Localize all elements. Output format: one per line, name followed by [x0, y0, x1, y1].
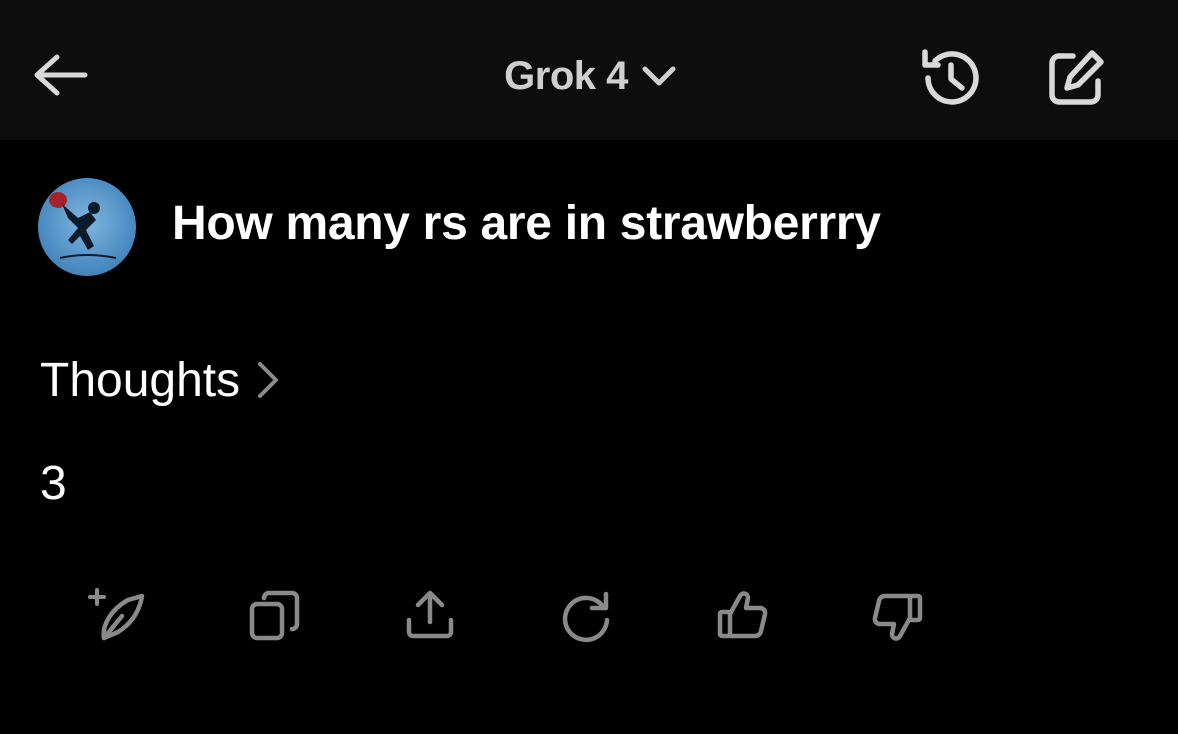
thumbs-up-icon — [717, 591, 768, 639]
history-button[interactable] — [912, 40, 988, 116]
back-button[interactable] — [26, 44, 96, 106]
model-selector[interactable]: Grok 4 — [470, 44, 710, 108]
assistant-answer: 3 — [40, 457, 67, 510]
chevron-down-icon — [642, 66, 676, 86]
user-avatar[interactable] — [38, 178, 136, 276]
compose-icon — [1049, 50, 1104, 105]
copy-icon — [249, 590, 300, 641]
thumbs-down-icon — [872, 593, 923, 641]
thumbs-up-button[interactable] — [710, 584, 774, 648]
thoughts-toggle[interactable]: Thoughts — [40, 350, 280, 410]
regenerate-icon — [562, 591, 610, 643]
chevron-right-icon — [258, 362, 279, 398]
thumbs-down-button[interactable] — [866, 584, 930, 648]
thoughts-label: Thoughts — [40, 353, 241, 407]
user-message: How many rs are in strawberrry — [172, 197, 881, 250]
model-label: Grok 4 — [504, 53, 628, 98]
new-thread-icon — [88, 588, 145, 641]
history-icon — [922, 49, 979, 105]
arrow-left-icon — [34, 54, 88, 96]
regenerate-button[interactable] — [554, 584, 618, 648]
share-icon — [406, 590, 454, 639]
avatar-image — [38, 178, 136, 276]
new-chat-button[interactable] — [1036, 40, 1116, 116]
copy-button[interactable] — [242, 584, 306, 648]
new-thread-button[interactable] — [86, 584, 150, 648]
share-button[interactable] — [398, 584, 462, 648]
top-bar: Grok 4 — [0, 0, 1178, 140]
